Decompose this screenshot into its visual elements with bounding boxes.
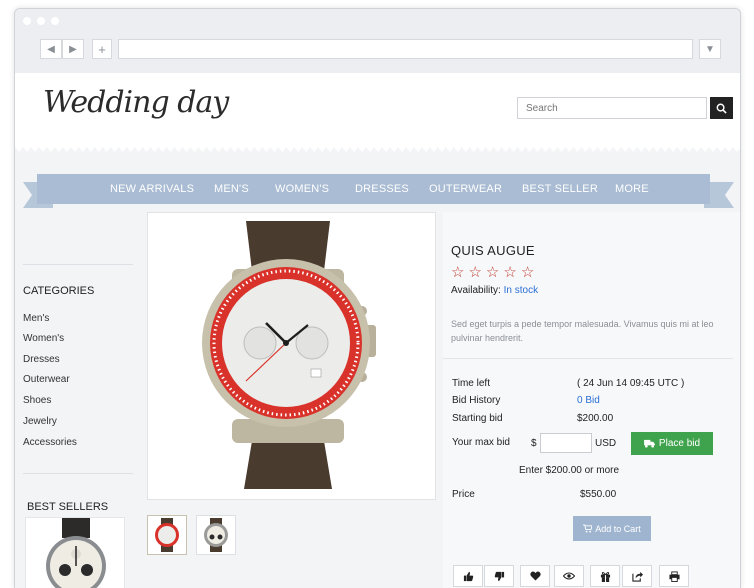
nav-item-womens[interactable]: WOMEN'S [275,183,355,195]
bid-history-link[interactable]: 0 Bid [577,395,600,406]
nav-item-outerwear[interactable]: OUTERWEAR [429,183,522,195]
best-sellers-heading: BEST SELLERS [27,501,109,513]
like-button[interactable] [453,565,483,587]
category-link[interactable]: Jewelry [23,416,57,427]
new-tab-button[interactable]: + [92,39,112,59]
add-to-cart-button[interactable]: Add to Cart [573,516,651,541]
triangle-down-icon: ▼ [705,43,715,55]
watch-image [204,518,228,552]
product-main-image[interactable] [147,212,436,500]
back-button[interactable]: ◀ [40,39,62,59]
page-content: Wedding day NEW ARRIVALS MEN'S WOMEN'S D… [15,73,740,588]
browser-menu-button[interactable]: ▼ [699,39,721,59]
cart-icon [583,524,593,533]
arrow-left-icon: ◀ [47,43,55,55]
browser-toolbar: ◀ ▶ + ▼ [15,9,740,73]
category-link[interactable]: Men's [23,313,49,324]
search-button[interactable] [710,97,733,119]
product-description: Sed eget turpis a pede tempor malesuada.… [451,319,714,343]
window-minimize-dot[interactable] [37,17,45,25]
price-label: Price [452,489,475,500]
nav-item-dresses[interactable]: DRESSES [355,183,429,195]
currency-symbol: $ [531,438,537,449]
plus-icon: + [98,41,106,57]
forward-button[interactable]: ▶ [62,39,84,59]
max-bid-label: Your max bid [452,437,510,448]
star-outline-icon[interactable]: ☆ [521,264,538,281]
print-icon [668,570,680,582]
gift-button[interactable] [590,565,620,587]
thumbs-up-icon [463,571,473,581]
nav-item-more[interactable]: MORE [615,183,649,195]
availability-label: Availability: [451,285,501,296]
watch-image [202,221,376,489]
time-left-value: ( 24 Jun 14 09:45 UTC ) [577,378,685,389]
browser-window: ◀ ▶ + ▼ Wedding day NEW ARRIVALS MEN'S W… [14,8,741,588]
nav-item-new-arrivals[interactable]: NEW ARRIVALS [110,183,214,195]
product-thumbnail[interactable] [196,515,236,555]
details-divider [443,358,733,359]
star-outline-icon[interactable]: ☆ [486,264,503,281]
product-thumbnail[interactable] [147,515,187,555]
price-value: $550.00 [580,489,617,500]
rating-stars[interactable]: ☆☆☆☆☆ [451,263,538,281]
place-bid-button[interactable]: Place bid [631,432,713,455]
add-to-cart-label: Add to Cart [595,523,641,534]
thumbs-down-icon [494,571,504,581]
category-link[interactable]: Outerwear [23,374,70,385]
heart-icon [529,571,541,581]
print-button[interactable] [659,565,689,587]
watch-image [46,518,106,588]
dislike-button[interactable] [484,565,514,587]
category-link[interactable]: Dresses [23,354,60,365]
product-title: QUIS AUGUE [451,243,535,258]
star-outline-icon[interactable]: ☆ [503,264,520,281]
share-icon [631,571,643,582]
eye-icon [563,572,575,580]
availability: Availability: In stock [451,285,538,296]
time-left-label: Time left [452,378,490,389]
nav-item-mens[interactable]: MEN'S [214,183,275,195]
window-maximize-dot[interactable] [51,17,59,25]
categories-heading: CATEGORIES [23,285,95,297]
search-icon [716,103,727,114]
quick-view-button[interactable] [554,565,584,587]
place-bid-label: Place bid [658,438,701,449]
starting-bid-value: $200.00 [577,413,614,424]
wishlist-button[interactable] [520,565,550,587]
site-logo[interactable]: Wedding day [43,85,229,120]
window-close-dot[interactable] [23,17,31,25]
best-seller-product-image[interactable] [25,517,125,588]
sidebar-divider [23,264,133,265]
availability-status: In stock [503,285,539,296]
category-link[interactable]: Women's [23,333,64,344]
header-zigzag-border [15,147,740,153]
main-navigation: NEW ARRIVALS MEN'S WOMEN'S DRESSES OUTER… [37,174,710,204]
category-link[interactable]: Shoes [23,395,51,406]
watch-image [155,518,179,552]
site-header: Wedding day [15,73,740,147]
star-outline-icon[interactable]: ☆ [468,264,485,281]
min-bid-hint: Enter $200.00 or more [519,465,620,476]
sidebar-divider [23,473,133,474]
bid-history-label: Bid History [452,395,501,406]
starting-bid-label: Starting bid [452,413,503,424]
arrow-right-icon: ▶ [69,43,77,55]
nav-item-best-seller[interactable]: BEST SELLER [522,183,615,195]
star-outline-icon[interactable]: ☆ [451,264,468,281]
search-input[interactable] [517,97,707,119]
address-bar[interactable] [118,39,693,59]
max-bid-input[interactable] [540,433,592,453]
truck-icon [644,439,655,448]
gift-icon [600,571,610,582]
currency-code: USD [595,438,617,449]
share-button[interactable] [622,565,652,587]
category-link[interactable]: Accessories [23,437,77,448]
